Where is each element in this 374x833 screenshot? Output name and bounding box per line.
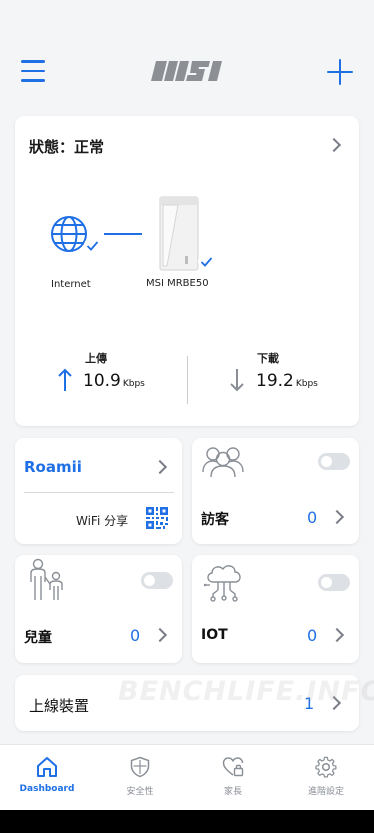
- connection-line: [104, 233, 142, 235]
- online-devices-label: 上線裝置: [29, 697, 90, 715]
- kids-toggle[interactable]: [141, 572, 173, 589]
- hamburger-menu-icon[interactable]: [21, 60, 45, 82]
- router-name-label: MSI MRBE50: [146, 278, 209, 289]
- chevron-right-icon[interactable]: [326, 137, 342, 153]
- kids-label: 兒童: [24, 630, 52, 646]
- guests-icon: [202, 447, 244, 478]
- online-devices-card[interactable]: 上線裝置 1: [15, 675, 359, 731]
- shield-icon: [130, 756, 150, 778]
- parent-child-icon: [30, 558, 63, 600]
- upload-label: 上傳: [85, 352, 107, 365]
- roamii-card[interactable]: Roamii WiFi 分享: [15, 438, 182, 544]
- chevron-right-icon[interactable]: [329, 509, 345, 525]
- nav-item-dashboard[interactable]: Dashboard: [1, 745, 93, 811]
- wifi-share-label[interactable]: WiFi 分享: [76, 512, 128, 529]
- rate-divider: [187, 356, 188, 404]
- iot-toggle[interactable]: [318, 574, 350, 591]
- status-title: 狀態：正常: [29, 138, 105, 156]
- gear-icon: [315, 756, 337, 778]
- iot-label: IOT: [201, 627, 228, 643]
- internet-label: Internet: [51, 279, 91, 290]
- top-bar: [0, 0, 374, 110]
- iot-card[interactable]: IOT 0: [192, 555, 359, 663]
- kids-card[interactable]: 兒童 0: [15, 555, 182, 663]
- nav-item-security[interactable]: 安全性: [94, 745, 186, 811]
- add-button[interactable]: [327, 59, 353, 85]
- download-label: 下載: [257, 352, 279, 365]
- nav-item-advanced[interactable]: 進階設定: [280, 745, 372, 811]
- chevron-right-icon[interactable]: [329, 627, 345, 643]
- nav-item-parental[interactable]: 家長: [187, 745, 279, 811]
- guest-count: 0: [307, 508, 318, 527]
- download-rate-value: 19.2: [256, 371, 294, 391]
- globe-icon: [51, 216, 87, 252]
- home-icon: [37, 757, 57, 777]
- internet-check-icon: [84, 237, 101, 254]
- upload-arrow-icon: [58, 368, 72, 391]
- network-status-card[interactable]: 狀態：正常 Internet MSI MRBE50 上傳 10.9 Kbps 下載: [15, 116, 359, 426]
- nav-label-parental: 家長: [223, 787, 242, 797]
- chevron-right-icon[interactable]: [326, 695, 342, 711]
- upload-rate-value: 10.9: [83, 371, 121, 391]
- heart-lock-icon: [222, 757, 244, 777]
- kids-count: 0: [130, 626, 141, 645]
- system-navigation-bar: [0, 810, 374, 833]
- guest-network-card[interactable]: 訪客 0: [192, 438, 359, 544]
- nav-label-advanced: 進階設定: [307, 787, 344, 797]
- upload-rate-unit: Kbps: [122, 379, 145, 389]
- upload-rate: 10.9 Kbps: [83, 371, 145, 391]
- download-rate: 19.2 Kbps: [256, 371, 318, 391]
- chevron-right-icon[interactable]: [152, 459, 168, 475]
- router-check-icon: [198, 253, 215, 270]
- online-devices-count: 1: [304, 694, 315, 713]
- iot-count: 0: [307, 626, 318, 645]
- nav-label-dashboard: Dashboard: [19, 784, 75, 794]
- qr-code-icon[interactable]: [146, 507, 168, 529]
- iot-cloud-icon: [204, 565, 241, 602]
- nav-label-security: 安全性: [126, 787, 154, 797]
- router-device-icon: [159, 196, 199, 271]
- chevron-right-icon[interactable]: [152, 627, 168, 643]
- msi-logo: [151, 61, 222, 81]
- guest-toggle[interactable]: [318, 453, 350, 470]
- roamii-title: Roamii: [24, 458, 82, 476]
- download-rate-unit: Kbps: [295, 379, 318, 389]
- guest-label: 訪客: [201, 512, 229, 528]
- bottom-navigation: Dashboard 安全性 家長 進階設定: [0, 744, 374, 810]
- download-arrow-icon: [230, 369, 244, 392]
- divider: [24, 492, 174, 493]
